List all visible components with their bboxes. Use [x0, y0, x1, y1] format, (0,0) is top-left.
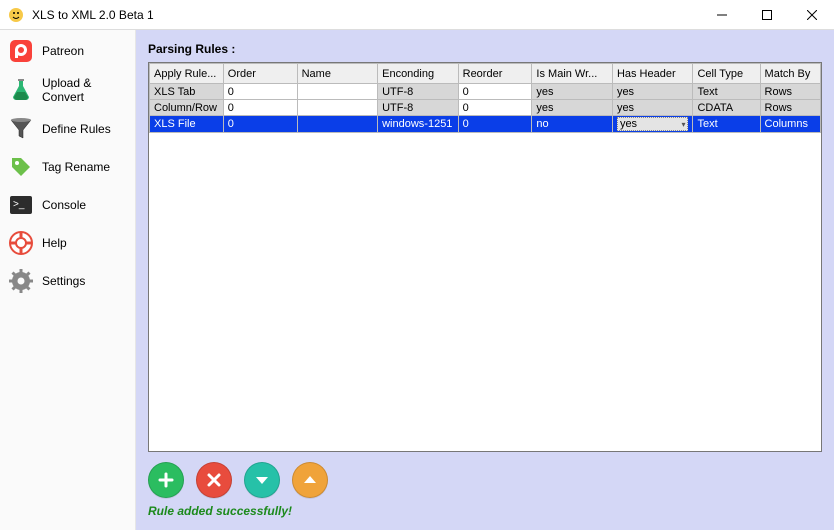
- table-header-row: Apply Rule... Order Name Enconding Reord…: [150, 64, 821, 84]
- sidebar-item-label: Help: [42, 236, 67, 250]
- col-matchby[interactable]: Match By: [760, 64, 820, 84]
- sidebar-item-label: Patreon: [42, 44, 84, 58]
- move-down-button[interactable]: [244, 462, 280, 498]
- table-cell[interactable]: Rows: [760, 84, 820, 100]
- table-cell[interactable]: Column/Row: [150, 100, 224, 116]
- move-up-button[interactable]: [292, 462, 328, 498]
- maximize-button[interactable]: [744, 0, 789, 29]
- sidebar-item-label: Upload & Convert: [42, 76, 127, 104]
- table-cell[interactable]: yes▾: [612, 116, 693, 133]
- table-cell[interactable]: 0: [458, 116, 532, 133]
- sidebar-item-upload[interactable]: Upload & Convert: [0, 70, 135, 110]
- close-button[interactable]: [789, 0, 834, 29]
- flask-icon: [8, 77, 34, 103]
- col-reorder[interactable]: Reorder: [458, 64, 532, 84]
- sidebar-item-settings[interactable]: Settings: [0, 262, 135, 300]
- tag-icon: [8, 154, 34, 180]
- section-title: Parsing Rules :: [148, 42, 822, 56]
- table-cell[interactable]: yes: [532, 84, 613, 100]
- funnel-icon: [8, 116, 34, 142]
- sidebar-item-label: Settings: [42, 274, 85, 288]
- table-cell[interactable]: yes: [612, 100, 693, 116]
- delete-button[interactable]: [196, 462, 232, 498]
- sidebar: Patreon Upload & Convert Define Rules Ta…: [0, 30, 136, 530]
- col-hasheader[interactable]: Has Header: [612, 64, 693, 84]
- table-row[interactable]: XLS File0windows-12510noyes▾TextColumns: [150, 116, 821, 133]
- table-cell[interactable]: UTF-8: [378, 84, 459, 100]
- table-row[interactable]: XLS Tab0UTF-80yesyesTextRows: [150, 84, 821, 100]
- rules-table[interactable]: Apply Rule... Order Name Enconding Reord…: [149, 63, 821, 133]
- sidebar-item-define-rules[interactable]: Define Rules: [0, 110, 135, 148]
- titlebar: XLS to XML 2.0 Beta 1: [0, 0, 834, 30]
- table-cell[interactable]: CDATA: [693, 100, 760, 116]
- table-cell[interactable]: 0: [223, 116, 297, 133]
- table-cell[interactable]: yes: [612, 84, 693, 100]
- app-icon: [8, 7, 24, 23]
- col-order[interactable]: Order: [223, 64, 297, 84]
- table-cell[interactable]: Columns: [760, 116, 820, 133]
- table-cell[interactable]: [297, 100, 378, 116]
- sidebar-item-label: Console: [42, 198, 86, 212]
- table-cell[interactable]: [297, 116, 378, 133]
- sidebar-item-help[interactable]: Help: [0, 224, 135, 262]
- table-cell[interactable]: 0: [223, 100, 297, 116]
- rules-table-wrap: Apply Rule... Order Name Enconding Reord…: [148, 62, 822, 452]
- table-cell[interactable]: yes: [532, 100, 613, 116]
- table-cell[interactable]: Text: [693, 84, 760, 100]
- table-cell[interactable]: no: [532, 116, 613, 133]
- table-cell[interactable]: XLS Tab: [150, 84, 224, 100]
- add-button[interactable]: [148, 462, 184, 498]
- table-cell[interactable]: UTF-8: [378, 100, 459, 116]
- svg-text:>_: >_: [13, 199, 25, 210]
- window-title: XLS to XML 2.0 Beta 1: [32, 8, 699, 22]
- table-cell[interactable]: XLS File: [150, 116, 224, 133]
- col-apply[interactable]: Apply Rule...: [150, 64, 224, 84]
- table-cell[interactable]: windows-1251: [378, 116, 459, 133]
- sidebar-item-tag-rename[interactable]: Tag Rename: [0, 148, 135, 186]
- minimize-button[interactable]: [699, 0, 744, 29]
- table-cell[interactable]: Rows: [760, 100, 820, 116]
- sidebar-item-label: Define Rules: [42, 122, 111, 136]
- sidebar-item-label: Tag Rename: [42, 160, 110, 174]
- action-buttons: [148, 462, 822, 498]
- col-name[interactable]: Name: [297, 64, 378, 84]
- lifebuoy-icon: [8, 230, 34, 256]
- patreon-icon: [8, 38, 34, 64]
- gear-icon: [8, 268, 34, 294]
- col-ismain[interactable]: Is Main Wr...: [532, 64, 613, 84]
- table-cell[interactable]: [297, 84, 378, 100]
- terminal-icon: >_: [8, 192, 34, 218]
- table-cell[interactable]: 0: [458, 84, 532, 100]
- table-cell[interactable]: Text: [693, 116, 760, 133]
- sidebar-item-console[interactable]: >_ Console: [0, 186, 135, 224]
- table-cell[interactable]: 0: [223, 84, 297, 100]
- status-message: Rule added successfully!: [148, 504, 822, 518]
- sidebar-item-patreon[interactable]: Patreon: [0, 32, 135, 70]
- main-panel: Parsing Rules : Apply Rule... Order Name…: [136, 30, 834, 530]
- col-celltype[interactable]: Cell Type: [693, 64, 760, 84]
- has-header-dropdown[interactable]: yes▾: [617, 117, 689, 131]
- table-cell[interactable]: 0: [458, 100, 532, 116]
- table-row[interactable]: Column/Row0UTF-80yesyesCDATARows: [150, 100, 821, 116]
- chevron-down-icon: ▾: [681, 120, 685, 129]
- col-encoding[interactable]: Enconding: [378, 64, 459, 84]
